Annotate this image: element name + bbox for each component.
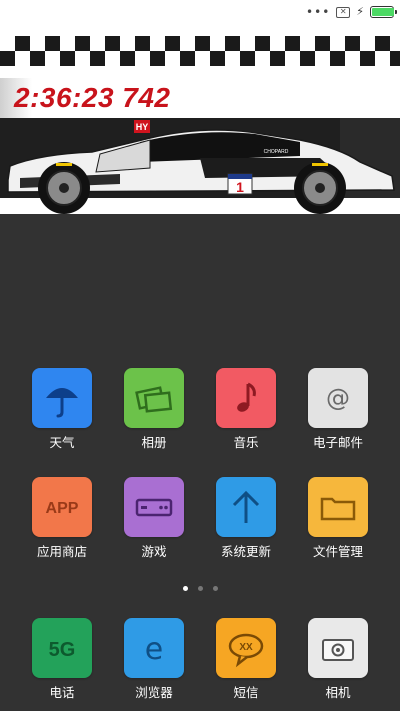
music-note-icon — [237, 382, 256, 412]
app-email[interactable]: @ 电子邮件 — [293, 368, 383, 462]
battery-icon — [370, 6, 397, 18]
app-file-manager-tile[interactable] — [308, 477, 368, 537]
sponsor-decal: CHOPARD — [264, 149, 289, 155]
app-games[interactable]: 游戏 — [109, 477, 199, 571]
app-games-label: 游戏 — [141, 544, 167, 559]
status-icons: ••• ✕ ⚡ — [306, 4, 397, 20]
app-weather[interactable]: 天气 — [17, 368, 107, 462]
dock-browser-tile[interactable]: e — [124, 618, 184, 678]
arrow-up-icon — [232, 490, 260, 523]
app-system-update[interactable]: 系统更新 — [201, 477, 291, 571]
page-dot-1[interactable] — [182, 586, 188, 591]
car-number-decal: 1 — [236, 179, 244, 195]
camera-icon — [322, 639, 354, 661]
browser-e-icon: e — [145, 632, 163, 667]
no-sim-icon: ✕ — [336, 6, 351, 18]
app-gallery-label: 相册 — [141, 435, 167, 450]
app-weather-label: 天气 — [49, 435, 75, 450]
page-dot-3[interactable] — [212, 586, 218, 591]
status-bar: ••• ✕ ⚡ — [0, 0, 400, 24]
dock-phone[interactable]: 5G 电话 — [17, 618, 107, 711]
phone-5g-icon: 5G — [49, 639, 76, 661]
app-music-label: 音乐 — [233, 435, 259, 450]
message-bubble-glyph: XX — [239, 642, 253, 653]
dock-camera[interactable]: 相机 — [293, 618, 383, 711]
folder-icon — [320, 497, 356, 521]
dock-camera-tile[interactable] — [308, 618, 368, 678]
race-car-image: 1 HY CHOPARD — [7, 118, 400, 214]
dock-phone-tile[interactable]: 5G — [32, 618, 92, 678]
photos-icon — [135, 386, 173, 413]
app-store-label: 应用商店 — [36, 544, 87, 559]
app-store[interactable]: APP 应用商店 — [17, 477, 107, 571]
app-gallery[interactable]: 相册 — [109, 368, 199, 462]
app-store-tile[interactable]: APP — [32, 477, 92, 537]
app-games-tile[interactable] — [124, 477, 184, 537]
browser-e-glyph: e — [145, 632, 163, 667]
app-email-label: 电子邮件 — [312, 435, 363, 450]
app-store-glyph: APP — [46, 500, 79, 517]
battery-level — [372, 8, 394, 16]
dock-messages-tile[interactable]: XX — [216, 618, 276, 678]
message-bubble-icon: XX — [228, 633, 264, 668]
app-email-tile[interactable]: @ — [308, 368, 368, 428]
app-gallery-tile[interactable] — [124, 368, 184, 428]
app-file-manager[interactable]: 文件管理 — [293, 477, 383, 571]
dock-browser-label: 浏览器 — [135, 685, 173, 700]
app-weather-tile[interactable] — [32, 368, 92, 428]
app-store-icon: APP — [46, 500, 79, 517]
hy-badge-decal: HY — [136, 122, 149, 132]
dock-phone-label: 电话 — [49, 685, 75, 700]
app-system-update-tile[interactable] — [216, 477, 276, 537]
page-indicator[interactable] — [0, 586, 400, 594]
phone-5g-glyph: 5G — [49, 639, 76, 661]
dock-camera-label: 相机 — [325, 685, 351, 700]
car-band: 1 HY CHOPARD — [0, 118, 400, 214]
dock-browser[interactable]: e 浏览器 — [109, 618, 199, 711]
app-system-update-label: 系统更新 — [220, 544, 271, 559]
page-dot-2[interactable] — [197, 586, 203, 591]
umbrella-icon — [46, 388, 78, 418]
app-music[interactable]: 音乐 — [201, 368, 291, 462]
at-sign-glyph: @ — [326, 384, 350, 412]
checkered-flag-stripe — [0, 36, 400, 66]
app-music-tile[interactable] — [216, 368, 276, 428]
race-clock-widget[interactable]: 2:36:23 742 1 HY CHOPARD — [0, 24, 400, 214]
dock-messages-label: 短信 — [233, 685, 259, 700]
race-clock-time: 2:36:23 742 — [14, 82, 171, 113]
overflow-dots-icon: ••• — [306, 5, 331, 19]
dock-messages[interactable]: XX 短信 — [201, 618, 291, 711]
app-file-manager-label: 文件管理 — [312, 544, 363, 559]
at-sign-icon: @ — [326, 384, 350, 412]
charging-bolt-icon: ⚡ — [356, 5, 364, 18]
gamepad-icon — [135, 498, 173, 517]
